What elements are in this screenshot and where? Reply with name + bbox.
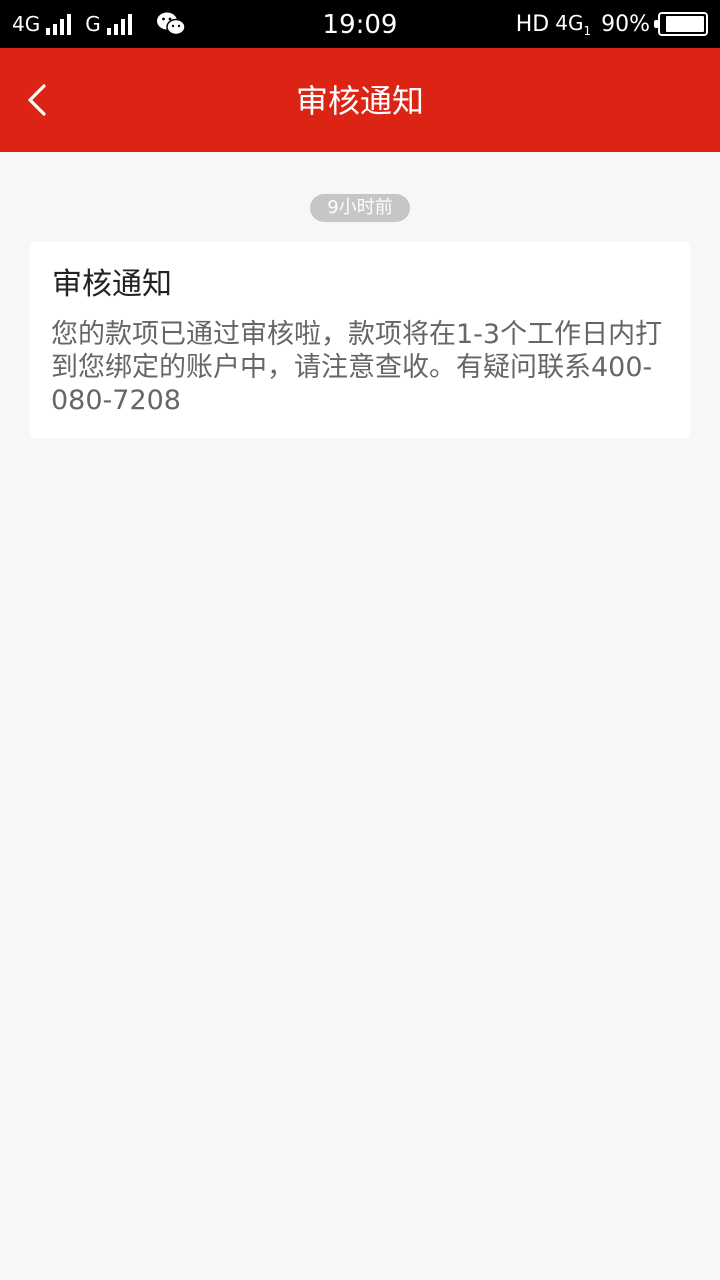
network-label-right: 4G1 — [555, 10, 592, 38]
battery-percent: 90% — [601, 11, 650, 37]
nav-bar: 审核通知 — [0, 48, 720, 152]
battery-icon — [654, 12, 708, 36]
status-right: HD 4G1 90% — [516, 0, 708, 48]
notification-body: 您的款项已通过审核啦，款项将在1-3个工作日内打到您绑定的账户中，请注意查收。有… — [51, 319, 663, 416]
page-title: 审核通知 — [295, 82, 424, 120]
timestamp-badge: 9小时前 — [310, 194, 410, 222]
notification-title: 审核通知 — [52, 267, 172, 302]
notification-card[interactable]: 审核通知 您的款项已通过审核啦，款项将在1-3个工作日内打到您绑定的账户中，请注… — [30, 242, 690, 438]
status-bar: 4G G 19:09 HD 4G1 90% — [0, 0, 720, 48]
hd-label: HD — [515, 11, 550, 37]
